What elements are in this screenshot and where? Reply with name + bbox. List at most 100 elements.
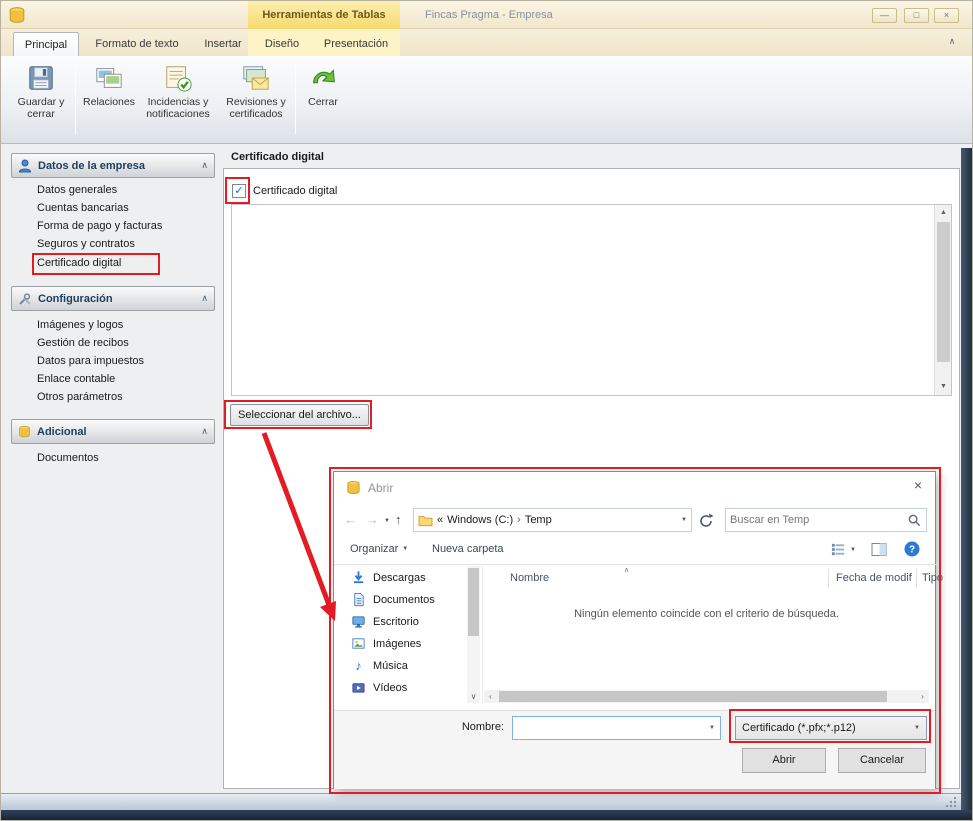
history-dropdown-icon[interactable]: ▼ [384, 518, 390, 524]
filename-input[interactable] [513, 722, 709, 734]
sidebar-item-imagenes-logos[interactable]: Imágenes y logos [37, 319, 123, 335]
sidebar-item-certificado-digital[interactable]: Certificado digital [37, 257, 121, 273]
sidebar-item-cuentas-bancarias[interactable]: Cuentas bancarias [37, 202, 129, 218]
nav-scrollbar[interactable] [467, 566, 480, 690]
minimize-button[interactable]: — [872, 8, 897, 23]
view-mode-button[interactable]: ▼ [831, 542, 856, 557]
filetype-combo[interactable]: Certificado (*.pfx;*.p12) ▼ [735, 716, 927, 740]
maximize-button[interactable]: □ [904, 8, 929, 23]
new-folder-button[interactable]: Nueva carpeta [432, 543, 504, 555]
column-separator[interactable] [828, 569, 829, 587]
certificate-textarea[interactable]: ▲ ▼ [231, 204, 952, 396]
contextual-tab-group-title: Herramientas de Tablas [248, 1, 400, 29]
scrollbar-thumb[interactable] [937, 222, 950, 362]
chevron-up-icon: ∧ [201, 293, 208, 304]
revisiones-button[interactable]: Revisiones y certificados [220, 60, 292, 138]
chevron-down-icon: ▼ [914, 725, 920, 731]
scroll-left-icon[interactable]: ‹ [484, 690, 497, 703]
sidebar-section-adicional[interactable]: Adicional ∧ [11, 419, 215, 444]
select-file-button[interactable]: Seleccionar del archivo... [230, 404, 369, 426]
sidebar-item-seguros-contratos[interactable]: Seguros y contratos [37, 238, 135, 254]
folder-icon [418, 514, 433, 527]
breadcrumb-segment[interactable]: Windows (C:) [447, 514, 513, 526]
sidebar-item-documentos[interactable]: Documentos [37, 452, 99, 468]
organize-button[interactable]: Organizar ▼ [350, 543, 408, 555]
sidebar-item-gestion-recibos[interactable]: Gestión de recibos [37, 337, 129, 353]
tab-principal[interactable]: Principal [13, 32, 79, 56]
dialog-title: Abrir [368, 481, 393, 495]
breadcrumb-segment[interactable]: Temp [525, 514, 552, 526]
tab-diseno[interactable]: Diseño [257, 32, 307, 56]
help-icon[interactable]: ? [904, 541, 920, 557]
nav-item-videos[interactable]: Vídeos [351, 680, 407, 695]
scroll-up-icon[interactable]: ▲ [935, 205, 952, 221]
empty-folder-message: Ningún elemento coincide con el criterio… [484, 608, 929, 620]
search-box[interactable] [725, 508, 927, 532]
sidebar-item-datos-impuestos[interactable]: Datos para impuestos [37, 355, 144, 371]
sidebar-item-otros-parametros[interactable]: Otros parámetros [37, 391, 123, 407]
scroll-down-icon[interactable]: ∨ [467, 690, 480, 703]
open-button[interactable]: Abrir [742, 748, 826, 773]
nav-item-descargas[interactable]: Descargas [351, 570, 426, 585]
page-title: Certificado digital [231, 151, 324, 163]
tools-icon [18, 292, 32, 306]
sidebar-item-datos-generales[interactable]: Datos generales [37, 184, 117, 200]
tab-presentacion[interactable]: Presentación [315, 32, 397, 56]
svg-text:?: ? [909, 545, 915, 556]
save-and-close-button[interactable]: Guardar y cerrar [13, 60, 69, 138]
preview-pane-icon[interactable] [871, 542, 887, 557]
search-icon [907, 513, 922, 528]
refresh-icon[interactable] [698, 513, 714, 529]
breadcrumb-collapsed[interactable]: « [437, 514, 443, 526]
music-icon: ♪ [351, 658, 366, 673]
scroll-down-icon[interactable]: ▼ [935, 379, 952, 395]
cancel-button[interactable]: Cancelar [838, 748, 926, 773]
list-view-icon [831, 542, 846, 557]
column-separator[interactable] [916, 569, 917, 587]
filename-combo[interactable]: ▼ [512, 716, 721, 740]
horizontal-scrollbar[interactable]: ‹ › [484, 690, 929, 703]
dialog-close-icon[interactable]: × [906, 477, 930, 497]
vertical-scrollbar[interactable]: ▲ ▼ [934, 205, 951, 395]
nav-item-imagenes[interactable]: Imágenes [351, 636, 421, 651]
tab-formato-de-texto[interactable]: Formato de texto [85, 32, 189, 56]
filename-label: Nombre: [430, 721, 504, 733]
ribbon-separator [295, 62, 296, 134]
search-input[interactable] [730, 514, 907, 526]
column-header-fecha[interactable]: Fecha de modifica... [836, 572, 912, 584]
column-header-tipo[interactable]: Tipo [922, 572, 943, 584]
nav-item-escritorio[interactable]: Escritorio [351, 614, 419, 629]
forward-icon[interactable]: → [366, 512, 379, 527]
sidebar-item-enlace-contable[interactable]: Enlace contable [37, 373, 115, 389]
column-header-nombre[interactable]: Nombre [510, 572, 549, 584]
pictures-icon [351, 636, 366, 651]
incidencias-button[interactable]: Incidencias y notificaciones [140, 60, 216, 138]
address-dropdown-icon[interactable]: ▼ [681, 517, 687, 523]
nav-item-musica[interactable]: ♪ Música [351, 658, 408, 673]
relaciones-button[interactable]: Relaciones [81, 60, 137, 138]
nav-item-documentos[interactable]: Documentos [351, 592, 435, 607]
chevron-down-icon: ▼ [709, 725, 720, 731]
sidebar-item-forma-de-pago[interactable]: Forma de pago y facturas [37, 220, 162, 236]
up-icon[interactable]: ↑ [395, 512, 402, 527]
close-button[interactable]: × [934, 8, 959, 23]
checkbox-label: Certificado digital [253, 185, 337, 197]
ribbon-separator [75, 62, 76, 134]
status-bar [1, 793, 973, 810]
collapse-ribbon-button[interactable]: ∧ [942, 36, 962, 47]
save-icon [26, 63, 56, 93]
back-icon[interactable]: ← [344, 512, 357, 527]
tab-insertar[interactable]: Insertar [195, 32, 251, 56]
sidebar-section-configuracion[interactable]: Configuración ∧ [11, 286, 215, 311]
cards-envelope-icon [241, 63, 271, 93]
breadcrumb-separator-icon: › [517, 514, 521, 526]
sidebar-section-datos-empresa[interactable]: Datos de la empresa ∧ [11, 153, 215, 178]
window-frame-bottom [1, 810, 973, 821]
scrollbar-thumb[interactable] [499, 691, 887, 702]
address-bar[interactable]: « Windows (C:) › Temp ▼ [413, 508, 692, 532]
resize-grip[interactable] [945, 796, 957, 808]
scroll-right-icon[interactable]: › [916, 690, 929, 703]
certificado-digital-checkbox[interactable]: ✓ [232, 184, 246, 198]
cerrar-button[interactable]: Cerrar [300, 60, 346, 138]
scrollbar-thumb[interactable] [468, 568, 479, 636]
